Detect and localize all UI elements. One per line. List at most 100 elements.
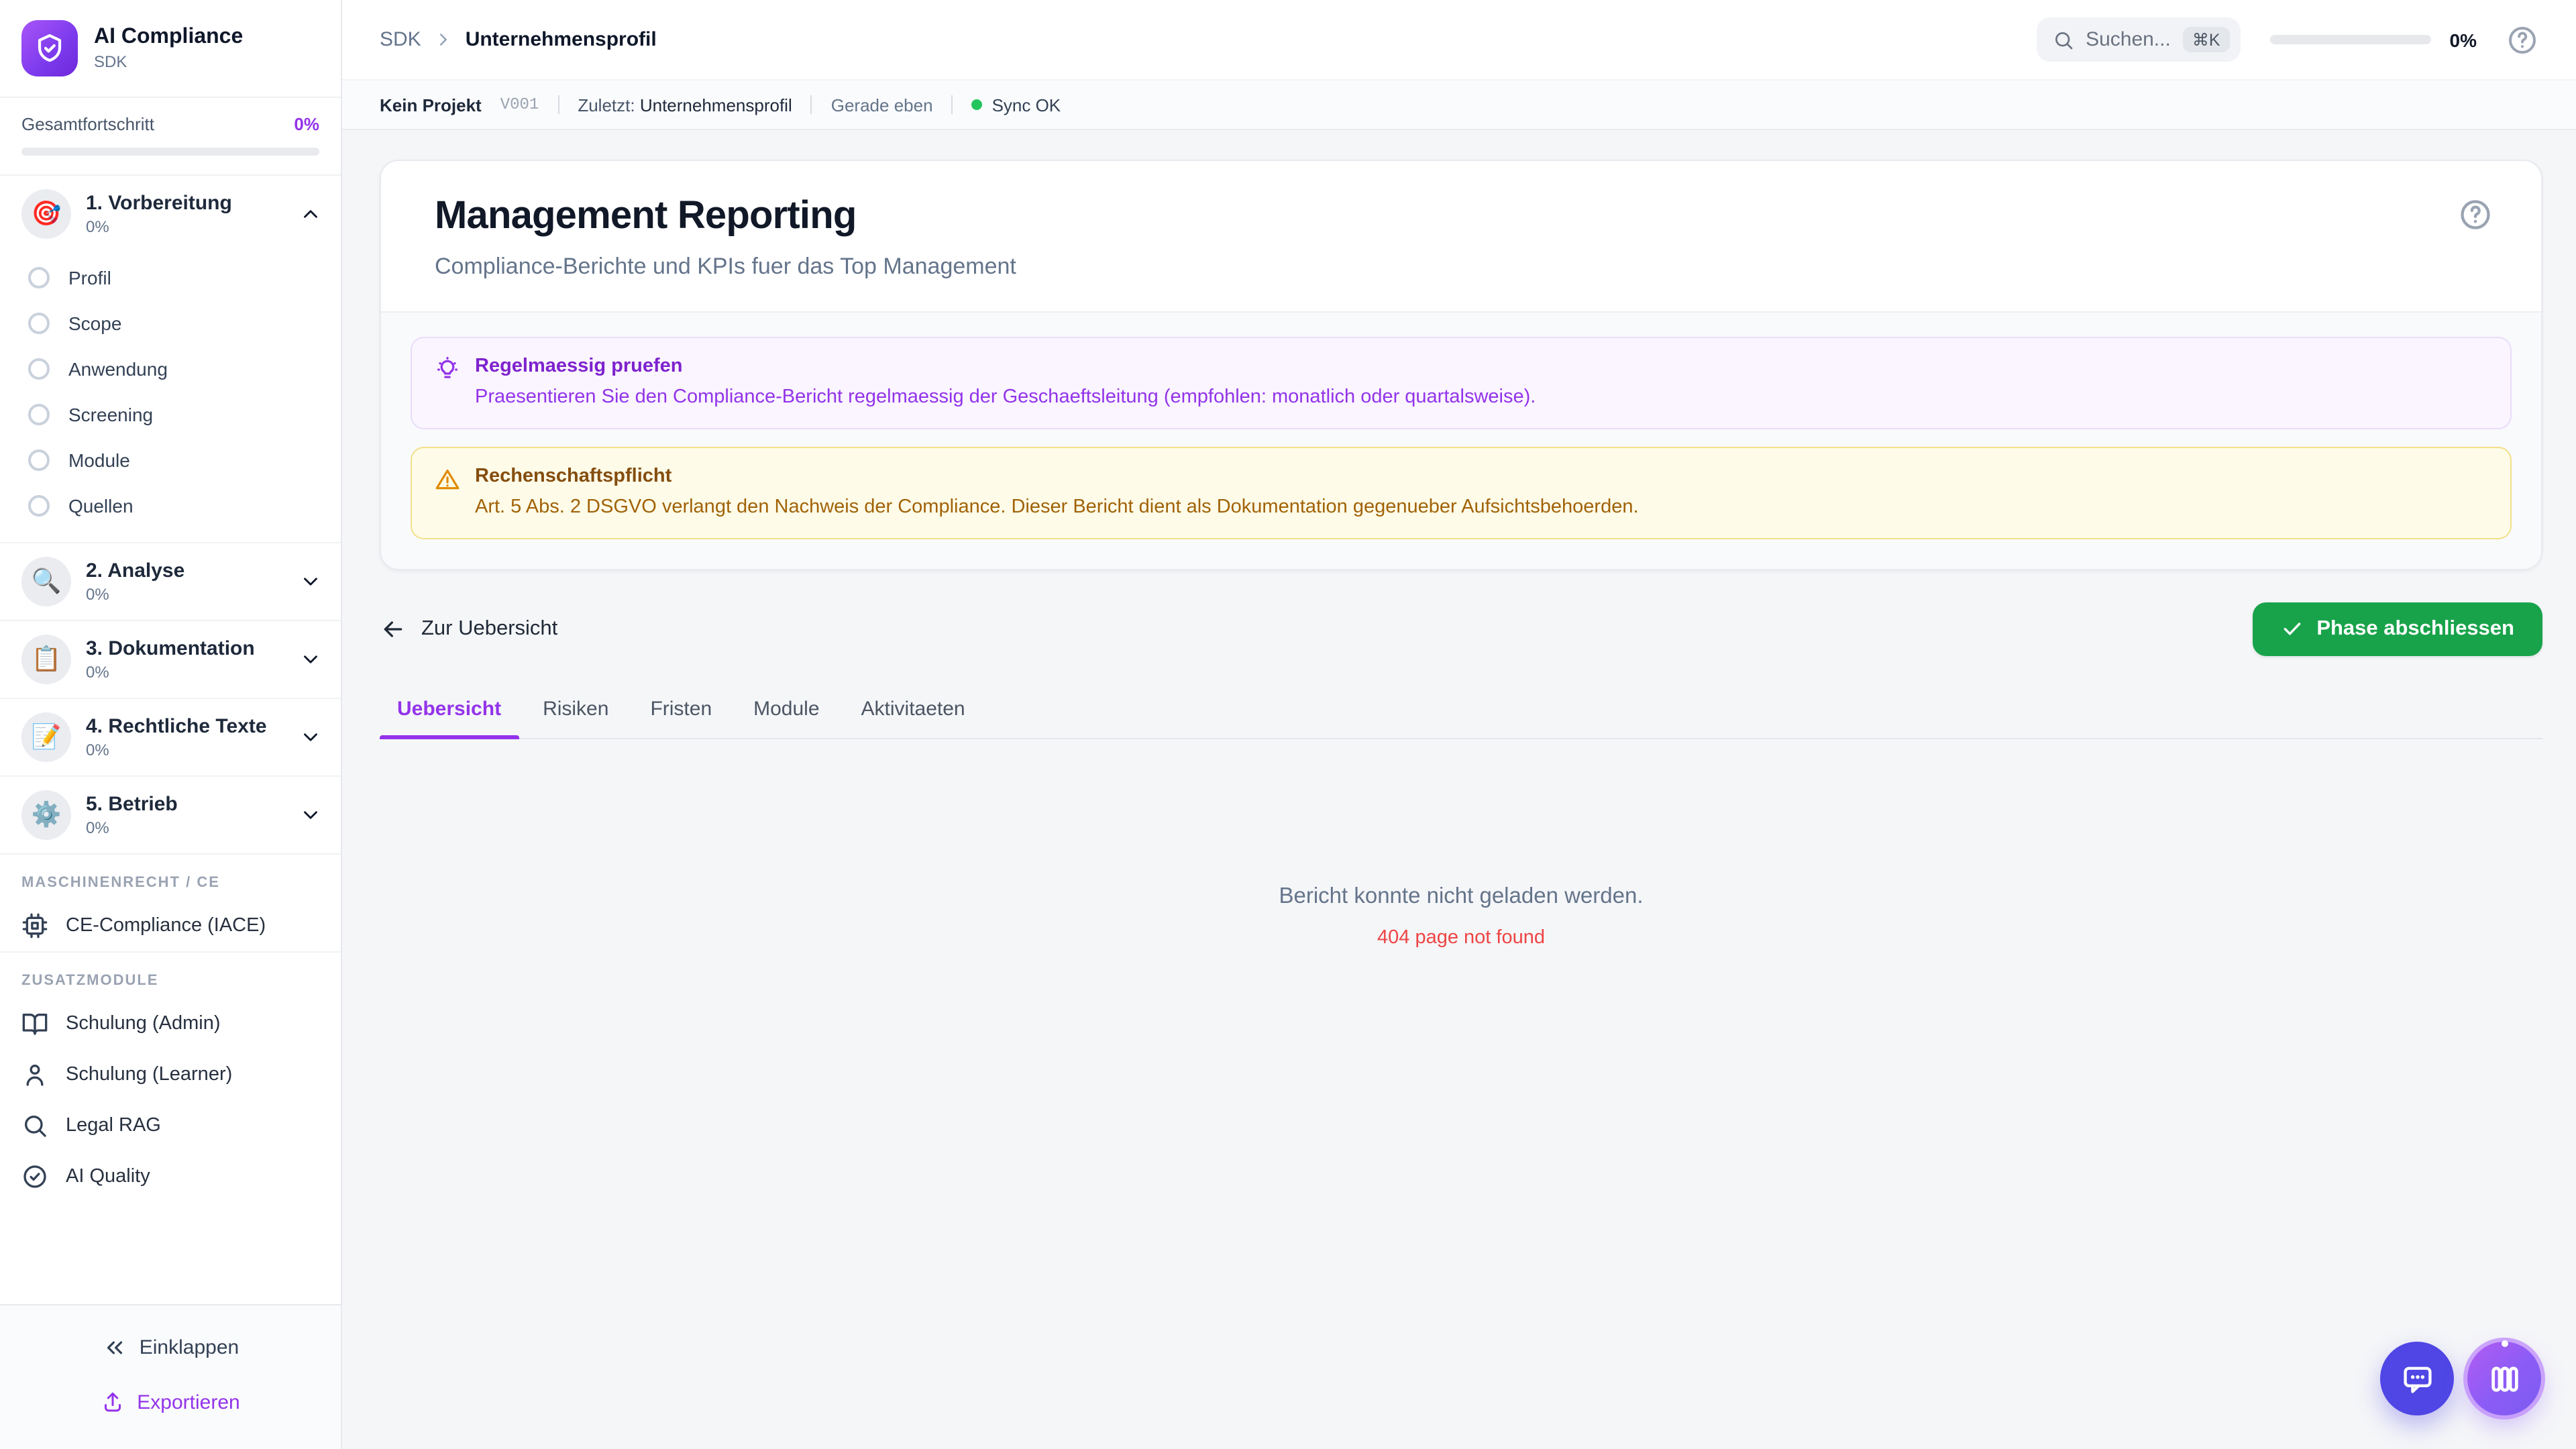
chevron-down-icon: [304, 811, 317, 819]
sync-status: Sync OK: [971, 95, 1061, 115]
chevron-down-icon: [304, 578, 317, 586]
tab-bar: Uebersicht Risiken Fristen Module Aktivi…: [380, 697, 2542, 739]
tip-body: Praesentieren Sie den Compliance-Bericht…: [475, 386, 1536, 408]
phase-row-vorbereitung[interactable]: 🎯 1. Vorbereitung 0%: [0, 176, 341, 252]
target-icon: 🎯: [21, 189, 71, 239]
phase-row-rechtliche-texte[interactable]: 📝 4. Rechtliche Texte 0%: [0, 699, 341, 775]
export-button[interactable]: Exportieren: [21, 1379, 319, 1425]
sidebar-item-schulung-learner[interactable]: Schulung (Learner): [0, 1049, 341, 1100]
topbar: SDK Unternehmensprofil Suchen... ⌘K 0%: [342, 0, 2576, 79]
overall-progress-bar: [21, 148, 319, 156]
section-title-zusatzmodule: ZUSATZMODULE: [21, 973, 159, 989]
status-circle-icon: [28, 267, 50, 288]
phase-vorbereitung: 🎯 1. Vorbereitung 0% Profil Scope Anwend…: [0, 176, 341, 543]
actions-row: Zur Uebersicht Phase abschliessen: [380, 602, 2542, 656]
warning-title: Rechenschaftspflicht: [475, 465, 672, 487]
back-to-overview-button[interactable]: Zur Uebersicht: [380, 615, 557, 642]
tip-note: Regelmaessig pruefen Praesentieren Sie d…: [411, 337, 2512, 429]
phase-rechtliche-texte: 📝 4. Rechtliche Texte 0%: [0, 699, 341, 777]
overall-progress: Gesamtfortschritt 0%: [0, 98, 341, 176]
header-progress-value: 0%: [2449, 29, 2477, 50]
tab-uebersicht[interactable]: Uebersicht: [380, 697, 519, 739]
warning-body: Art. 5 Abs. 2 DSGVO verlangt den Nachwei…: [475, 496, 1639, 518]
status-bar: Kein Projekt V001 Zuletzt: Unternehmensp…: [342, 79, 2576, 130]
chat-bubble-icon: [2403, 1366, 2431, 1393]
panels-button[interactable]: [2467, 1342, 2541, 1415]
tab-module[interactable]: Module: [736, 697, 837, 737]
tab-aktivitaeten[interactable]: Aktivitaeten: [844, 697, 983, 737]
status-circle-icon: [28, 313, 50, 334]
breadcrumb-current: Unternehmensprofil: [465, 28, 657, 51]
sidebar-item-legal-rag[interactable]: Legal RAG: [0, 1100, 341, 1151]
search-input[interactable]: Suchen... ⌘K: [2036, 17, 2241, 62]
chevron-right-icon: [439, 34, 447, 46]
empty-state: Bericht konnte nicht geladen werden. 404…: [380, 883, 2542, 948]
help-icon[interactable]: [2458, 197, 2493, 232]
sidebar-item-profil[interactable]: Profil: [0, 255, 341, 301]
cpu-icon: [22, 913, 48, 938]
phase-label: 1. Vorbereitung: [86, 192, 232, 215]
chevron-up-icon: [304, 210, 317, 218]
sidebar-item-schulung-admin[interactable]: Schulung (Admin): [0, 998, 341, 1049]
phase-row-betrieb[interactable]: ⚙️ 5. Betrieb 0%: [0, 777, 341, 853]
memo-icon: 📝: [21, 712, 71, 762]
sidebar-header: AI Compliance SDK: [0, 0, 341, 98]
check-circle-icon: [23, 1165, 46, 1188]
content-area: Management Reporting Compliance-Berichte…: [342, 130, 2576, 1449]
search-placeholder: Suchen...: [2086, 28, 2171, 51]
sidebar-item-module[interactable]: Module: [0, 437, 341, 483]
book-open-icon: [22, 1014, 48, 1035]
columns-icon: [2491, 1366, 2518, 1391]
chevron-down-icon: [304, 733, 317, 741]
lightbulb-icon: [437, 357, 458, 378]
help-icon[interactable]: [2506, 23, 2538, 56]
chevrons-left-icon: [107, 1341, 122, 1354]
app-subtitle: SDK: [94, 52, 127, 72]
magnifier-icon: 🔍: [21, 557, 71, 606]
app-root: AI Compliance SDK Gesamtfortschritt 0% 🎯…: [0, 0, 2576, 1449]
phase-nav: 🎯 1. Vorbereitung 0% Profil Scope Anwend…: [0, 176, 341, 1304]
breadcrumb-sdk[interactable]: SDK: [380, 28, 421, 51]
phase-row-dokumentation[interactable]: 📋 3. Dokumentation 0%: [0, 621, 341, 698]
tab-fristen[interactable]: Fristen: [633, 697, 729, 737]
overall-progress-value: 0%: [294, 114, 319, 134]
warning-triangle-icon: [435, 469, 460, 489]
main-area: SDK Unternehmensprofil Suchen... ⌘K 0% K…: [342, 0, 2576, 1449]
status-circle-icon: [28, 449, 50, 471]
upload-icon: [105, 1392, 121, 1412]
search-shortcut-badge: ⌘K: [2182, 27, 2230, 52]
header-progress-bar: [2269, 35, 2431, 44]
sidebar-item-scope[interactable]: Scope: [0, 301, 341, 346]
user-icon: [26, 1065, 44, 1086]
phase-row-analyse[interactable]: 🔍 2. Analyse 0%: [0, 543, 341, 620]
app-logo: [21, 20, 78, 76]
tab-risiken[interactable]: Risiken: [525, 697, 626, 737]
sidebar-item-ce-compliance[interactable]: CE-Compliance (IACE): [0, 900, 341, 951]
breadcrumb: SDK Unternehmensprofil: [380, 28, 2036, 51]
app-title: AI Compliance: [94, 25, 244, 48]
sidebar-item-screening[interactable]: Screening: [0, 392, 341, 437]
sidebar-footer: Einklappen Exportieren: [0, 1304, 341, 1449]
phase-analyse: 🔍 2. Analyse 0%: [0, 543, 341, 621]
shield-check-icon: [38, 34, 62, 62]
complete-phase-button[interactable]: Phase abschliessen: [2252, 602, 2542, 656]
search-icon: [25, 1116, 46, 1137]
section-title-maschinenrecht: MASCHINENRECHT / CE: [21, 875, 220, 891]
chat-button[interactable]: [2380, 1342, 2454, 1415]
phase-dokumentation: 📋 3. Dokumentation 0%: [0, 621, 341, 699]
tip-title: Regelmaessig pruefen: [475, 356, 683, 377]
check-icon: [2283, 623, 2300, 635]
search-icon: [2055, 32, 2072, 49]
report-header-card: Management Reporting Compliance-Berichte…: [380, 160, 2542, 570]
version-badge: V001: [500, 95, 539, 114]
phase-subitems: Profil Scope Anwendung Screening Module …: [0, 252, 341, 542]
sidebar-item-quellen[interactable]: Quellen: [0, 483, 341, 529]
collapse-sidebar-button[interactable]: Einklappen: [21, 1324, 319, 1371]
last-value: Unternehmensprofil: [639, 95, 792, 115]
empty-state-error: 404 page not found: [1377, 926, 1545, 949]
floating-buttons: [2380, 1342, 2541, 1415]
project-label: Kein Projekt: [380, 95, 482, 115]
sidebar-item-ai-quality[interactable]: AI Quality: [0, 1151, 341, 1202]
sidebar-item-anwendung[interactable]: Anwendung: [0, 346, 341, 392]
status-circle-icon: [28, 404, 50, 425]
